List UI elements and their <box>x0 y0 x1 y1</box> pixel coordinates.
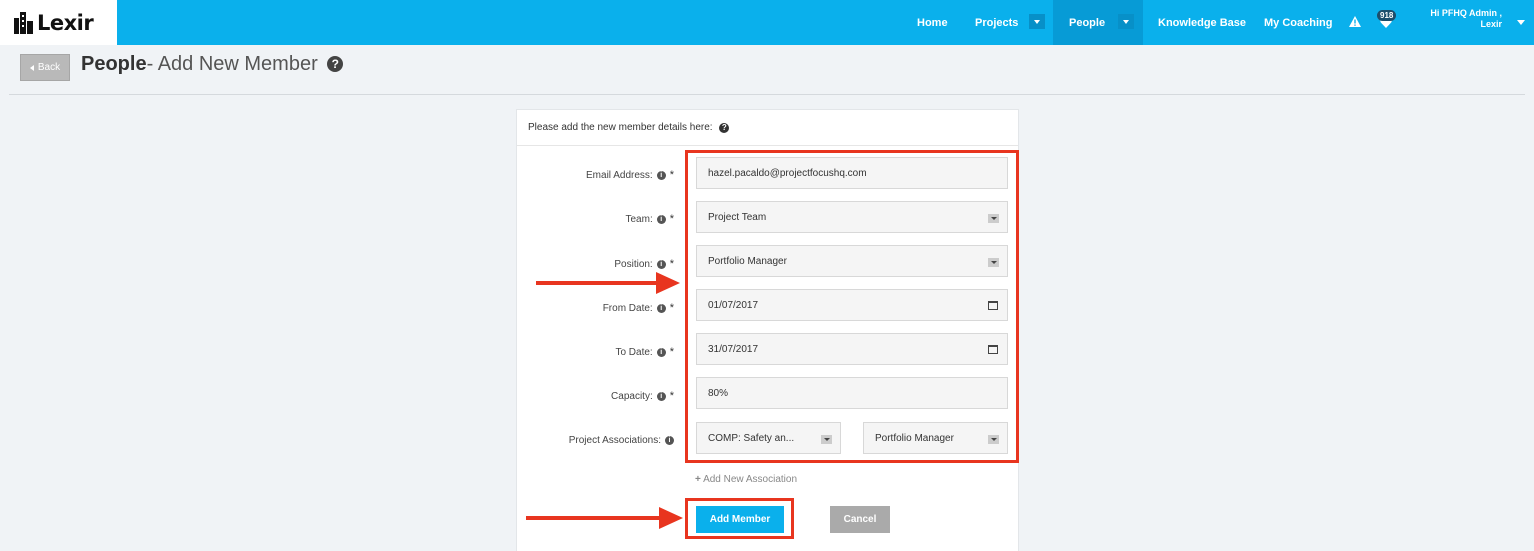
info-icon[interactable]: i <box>656 214 666 224</box>
nav-home[interactable]: Home <box>917 0 948 45</box>
team-label-text: Team: <box>625 213 653 225</box>
highlight-box-fields <box>685 150 1019 463</box>
required-marker: * <box>669 258 674 270</box>
project-associations-label-text: Project Associations: <box>568 435 661 446</box>
logo-text: Lexir <box>37 10 94 35</box>
info-icon[interactable]: i <box>656 391 666 401</box>
caret-left-icon <box>29 64 34 71</box>
building-icon <box>14 11 33 34</box>
user-dropdown-icon[interactable] <box>1517 20 1525 25</box>
to-date-label-text: To Date: <box>615 346 653 358</box>
projects-dropdown-toggle[interactable] <box>1029 14 1045 29</box>
info-icon[interactable]: i <box>656 303 666 313</box>
back-button[interactable]: Back <box>20 54 70 81</box>
required-marker: * <box>669 169 674 181</box>
annotation-arrow-button-head <box>659 507 683 529</box>
info-icon[interactable]: i <box>665 436 674 445</box>
warning-icon[interactable] <box>1349 16 1361 27</box>
required-marker: * <box>669 213 674 225</box>
user-greeting: Hi PFHQ Admin , <box>1430 8 1502 18</box>
capacity-label-text: Capacity: <box>611 390 653 402</box>
required-marker: * <box>669 346 674 358</box>
page-title-action: - Add New Member <box>146 53 318 75</box>
add-association-label: Add New Association <box>703 474 798 485</box>
page-title-section: People <box>81 53 147 75</box>
logo[interactable]: Lexir <box>0 0 117 45</box>
required-marker: * <box>669 302 674 314</box>
user-menu[interactable]: Hi PFHQ Admin , Lexir <box>1410 8 1502 30</box>
top-nav-bar: Lexir Home Projects People Knowledge Bas… <box>0 0 1534 45</box>
from-date-label-text: From Date: <box>602 302 653 314</box>
nav-people-label: People <box>1069 16 1106 29</box>
position-label: Position: i * <box>614 258 674 270</box>
help-icon[interactable]: ? <box>327 56 344 72</box>
nav-my-coaching[interactable]: My Coaching <box>1264 0 1332 45</box>
to-date-label: To Date: i * <box>615 346 674 358</box>
panel-intro-text: Please add the new member details here: <box>528 122 713 133</box>
annotation-arrow-fields-head <box>656 272 680 294</box>
email-label: Email Address: i * <box>586 169 674 181</box>
project-associations-label: Project Associations: i <box>569 435 674 446</box>
page-title: People- Add New Member ? <box>81 53 344 76</box>
highlight-box-add-button <box>685 498 794 539</box>
email-label-text: Email Address: <box>586 169 653 181</box>
team-label: Team: i * <box>625 213 674 225</box>
info-icon[interactable]: i <box>656 347 666 357</box>
info-icon[interactable]: i <box>656 170 666 180</box>
annotation-arrow-button-shaft <box>526 516 660 520</box>
add-association-link[interactable]: + Add New Association <box>695 474 797 485</box>
capacity-label: Capacity: i * <box>611 390 674 402</box>
info-icon[interactable]: i <box>656 259 666 269</box>
divider <box>9 94 1525 95</box>
help-icon[interactable]: ? <box>719 123 730 133</box>
from-date-label: From Date: i * <box>603 302 674 314</box>
user-org: Lexir <box>1480 19 1502 29</box>
nav-knowledge-base[interactable]: Knowledge Base <box>1158 0 1246 45</box>
position-label-text: Position: <box>614 258 653 270</box>
panel-header: Please add the new member details here: … <box>517 110 1018 146</box>
plus-icon: + <box>695 474 701 485</box>
back-button-label: Back <box>37 62 61 73</box>
required-marker: * <box>669 390 674 402</box>
notification-badge[interactable]: 918 <box>1377 10 1397 21</box>
people-dropdown-toggle[interactable] <box>1118 14 1134 29</box>
cancel-button[interactable]: Cancel <box>830 506 890 533</box>
nav-projects[interactable]: Projects <box>975 0 1018 45</box>
annotation-arrow-fields-shaft <box>536 281 656 285</box>
